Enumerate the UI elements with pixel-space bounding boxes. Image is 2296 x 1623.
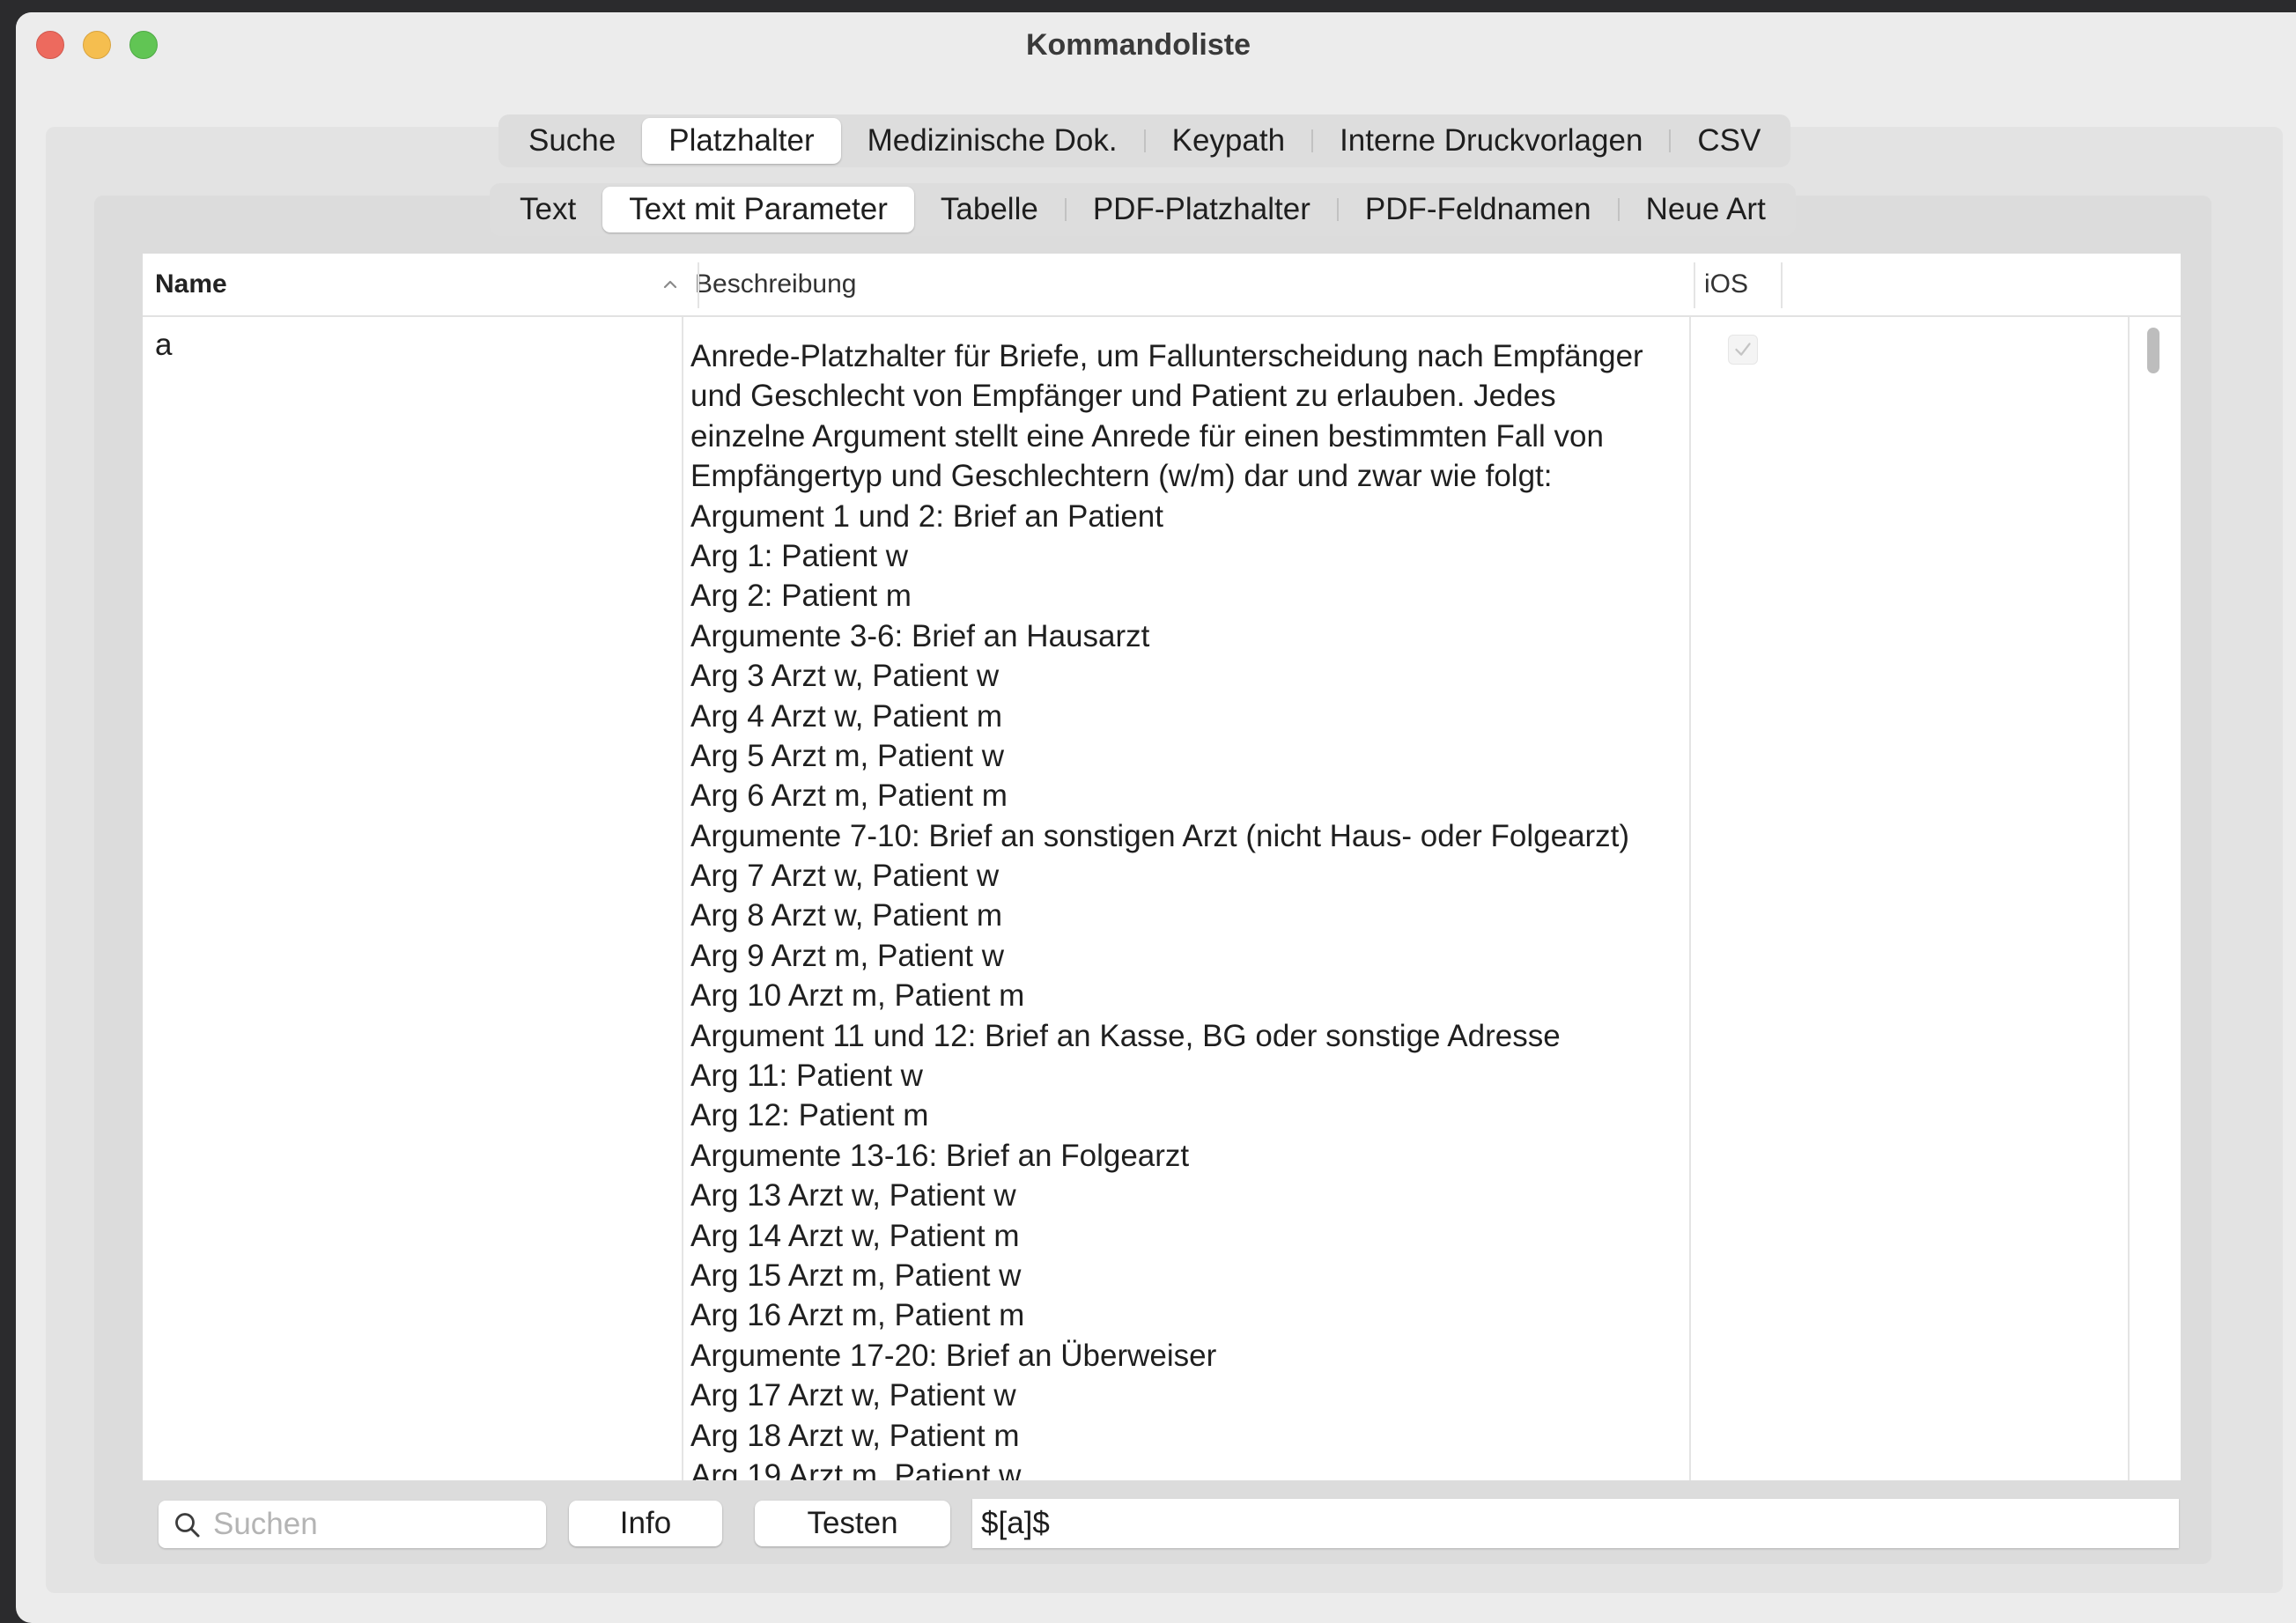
description-line: Argumente 13-16: Brief an Folgearzt <box>690 1138 1190 1173</box>
tab-platzhalter[interactable]: Platzhalter <box>642 118 841 164</box>
description-line: Arg 5 Arzt m, Patient w <box>690 738 1004 773</box>
description-line: Arg 18 Arzt w, Patient m <box>690 1418 1020 1453</box>
column-divider <box>2128 317 2130 1480</box>
description-line: Arg 8 Arzt w, Patient m <box>690 898 1003 933</box>
column-divider <box>682 317 683 1480</box>
command-table[interactable]: Name Beschreibung iOS a Anrede-Platzhalt… <box>143 254 2181 1480</box>
description-line: einzelne Argument stellt eine Anrede für… <box>690 418 1604 454</box>
column-divider[interactable] <box>1694 262 1695 308</box>
table-header: Name Beschreibung iOS <box>143 254 2181 317</box>
tab-keypath[interactable]: Keypath <box>1146 118 1311 164</box>
vertical-scrollbar[interactable] <box>2142 328 2163 1472</box>
subtab-pdf-platzhalter[interactable]: PDF-Platzhalter <box>1067 187 1337 232</box>
description-line: Arg 3 Arzt w, Patient w <box>690 659 1000 694</box>
subtab-tabelle[interactable]: Tabelle <box>914 187 1065 232</box>
description-line: Arg 4 Arzt w, Patient m <box>690 698 1003 734</box>
description-line: Arg 19 Arzt m, Patient w <box>690 1457 1022 1480</box>
description-line: Argumente 3-6: Brief an Hausarzt <box>690 618 1150 653</box>
column-divider[interactable] <box>698 262 699 308</box>
tab-medizinische-dok[interactable]: Medizinische Dok. <box>841 118 1144 164</box>
tab-csv[interactable]: CSV <box>1671 118 1787 164</box>
search-field[interactable] <box>159 1501 546 1548</box>
description-line: Arg 7 Arzt w, Patient w <box>690 859 1000 894</box>
subtab-text-mit-parameter[interactable]: Text mit Parameter <box>602 187 914 232</box>
column-header-name[interactable]: Name <box>155 254 227 315</box>
description-line: Arg 13 Arzt w, Patient w <box>690 1178 1016 1214</box>
description-line: Arg 2: Patient m <box>690 579 912 614</box>
expression-input[interactable] <box>981 1504 2161 1543</box>
search-input[interactable] <box>213 1506 530 1543</box>
main-tab-bar: Suche Platzhalter Medizinische Dok. Keyp… <box>498 114 1791 167</box>
description-line: und Geschlecht von Empfänger und Patient… <box>690 379 1556 414</box>
column-header-beschreibung[interactable]: Beschreibung <box>695 254 856 315</box>
description-line: Argument 1 und 2: Brief an Patient <box>690 498 1163 534</box>
subtab-text[interactable]: Text <box>493 187 602 232</box>
cell-beschreibung: Anrede-Platzhalter für Briefe, um Fallun… <box>690 336 1694 1480</box>
description-line: Anrede-Platzhalter für Briefe, um Fallun… <box>690 339 1643 373</box>
description-line: Argument 11 und 12: Brief an Kasse, BG o… <box>690 1018 1561 1053</box>
description-line: Argumente 7-10: Brief an sonstigen Arzt … <box>690 818 1630 853</box>
test-button[interactable]: Testen <box>755 1501 950 1546</box>
description-line: Arg 6 Arzt m, Patient m <box>690 778 1008 814</box>
expression-field[interactable] <box>972 1499 2179 1548</box>
description-line: Arg 15 Arzt m, Patient w <box>690 1258 1022 1293</box>
title-bar: Kommandoliste <box>16 12 2296 77</box>
description-line: Arg 16 Arzt m, Patient m <box>690 1298 1025 1333</box>
column-divider[interactable] <box>1781 262 1783 308</box>
search-icon <box>175 1513 200 1538</box>
description-line: Empfängertyp und Geschlechtern (w/m) dar… <box>690 459 1553 494</box>
scrollbar-thumb[interactable] <box>2147 328 2159 373</box>
sub-tab-bar: Text Text mit Parameter Tabelle PDF-Plat… <box>490 183 1796 236</box>
chevron-up-icon[interactable] <box>659 273 682 296</box>
subtab-pdf-feldnamen[interactable]: PDF-Feldnamen <box>1339 187 1618 232</box>
checkmark-icon <box>1735 343 1751 356</box>
description-line: Arg 12: Patient m <box>690 1098 929 1133</box>
subtab-neue-art[interactable]: Neue Art <box>1620 187 1792 232</box>
window-title: Kommandoliste <box>1025 28 1251 62</box>
description-line: Arg 10 Arzt m, Patient m <box>690 978 1025 1014</box>
ios-checkbox[interactable] <box>1728 335 1758 365</box>
description-line: Arg 1: Patient w <box>690 538 909 573</box>
cell-name: a <box>155 328 173 362</box>
tab-suche[interactable]: Suche <box>502 118 642 164</box>
description-line: Arg 11: Patient w <box>690 1059 923 1094</box>
info-button[interactable]: Info <box>569 1501 722 1546</box>
description-line: Arg 14 Arzt w, Patient m <box>690 1218 1020 1253</box>
description-line: Arg 9 Arzt m, Patient w <box>690 938 1004 973</box>
description-line: Argumente 17-20: Brief an Überweiser <box>690 1338 1217 1373</box>
tab-interne-druckvorlagen[interactable]: Interne Druckvorlagen <box>1313 118 1669 164</box>
description-line: Arg 17 Arzt w, Patient w <box>690 1378 1016 1413</box>
column-header-ios[interactable]: iOS <box>1704 254 1748 315</box>
